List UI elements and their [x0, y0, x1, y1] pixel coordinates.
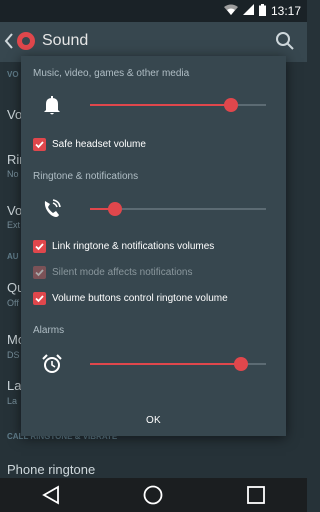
safe-headset-checkbox[interactable]: [33, 137, 46, 151]
ok-button[interactable]: OK: [21, 415, 286, 426]
silent-mode-checkbox: [33, 265, 46, 279]
safe-headset-label: Safe headset volume: [52, 138, 146, 150]
list-item-sub: Ext: [7, 220, 21, 230]
volume-buttons-label: Volume buttons control ringtone volume: [52, 292, 228, 304]
slider-thumb[interactable]: [107, 202, 122, 216]
phone-ringtone-item[interactable]: Phone ringtone: [7, 462, 95, 477]
ringtone-volume-slider[interactable]: [90, 199, 266, 219]
safe-headset-volume-row[interactable]: Safe headset volume: [33, 136, 146, 152]
list-item-sub: Off: [7, 298, 19, 308]
volume-dialog: Music, video, games & other media Safe h…: [21, 56, 286, 436]
list-item-sub: DS: [7, 350, 20, 360]
list-item[interactable]: La: [7, 378, 21, 393]
slider-thumb[interactable]: [234, 357, 249, 371]
back-nav-icon[interactable]: [42, 485, 60, 505]
silent-mode-label: Silent mode affects notifications: [52, 266, 193, 278]
list-item-sub: No: [7, 169, 19, 179]
link-ringtone-label: Link ringtone & notifications volumes: [52, 240, 215, 252]
home-nav-icon[interactable]: [143, 485, 163, 505]
list-item[interactable]: Vo: [7, 203, 22, 218]
navigation-bar: [0, 478, 307, 512]
bell-icon: [41, 94, 63, 116]
slider-thumb[interactable]: [223, 98, 238, 112]
alarm-volume-label: Alarms: [33, 325, 65, 336]
link-ringtone-row[interactable]: Link ringtone & notifications volumes: [33, 238, 214, 254]
phone-ring-icon: [41, 197, 63, 219]
status-bar: 13:17: [0, 0, 307, 22]
section-header: VO: [7, 70, 19, 79]
status-time: 13:17: [270, 4, 301, 18]
battery-icon: [258, 3, 266, 19]
search-icon[interactable]: [275, 31, 295, 51]
alarm-volume-slider[interactable]: [90, 354, 266, 374]
alarm-clock-icon: [41, 353, 63, 375]
signal-icon: [242, 4, 254, 18]
volume-buttons-checkbox[interactable]: [33, 291, 46, 305]
ringtone-volume-label: Ringtone & notifications: [33, 171, 139, 182]
section-header: AU: [7, 252, 19, 261]
back-arrow-icon[interactable]: [4, 32, 14, 50]
list-item[interactable]: Vo: [7, 107, 22, 122]
gear-icon: [14, 29, 38, 53]
link-ringtone-checkbox[interactable]: [33, 239, 46, 253]
page-title: Sound: [42, 32, 89, 49]
list-item-sub: La: [7, 396, 18, 406]
slider-fill: [90, 363, 242, 365]
recents-nav-icon[interactable]: [247, 486, 266, 504]
slider-fill: [90, 104, 231, 106]
wifi-icon: [223, 4, 238, 19]
volume-buttons-row[interactable]: Volume buttons control ringtone volume: [33, 290, 228, 306]
silent-mode-row: Silent mode affects notifications: [33, 264, 192, 280]
media-volume-label: Music, video, games & other media: [33, 68, 190, 79]
media-volume-slider[interactable]: [90, 95, 266, 115]
